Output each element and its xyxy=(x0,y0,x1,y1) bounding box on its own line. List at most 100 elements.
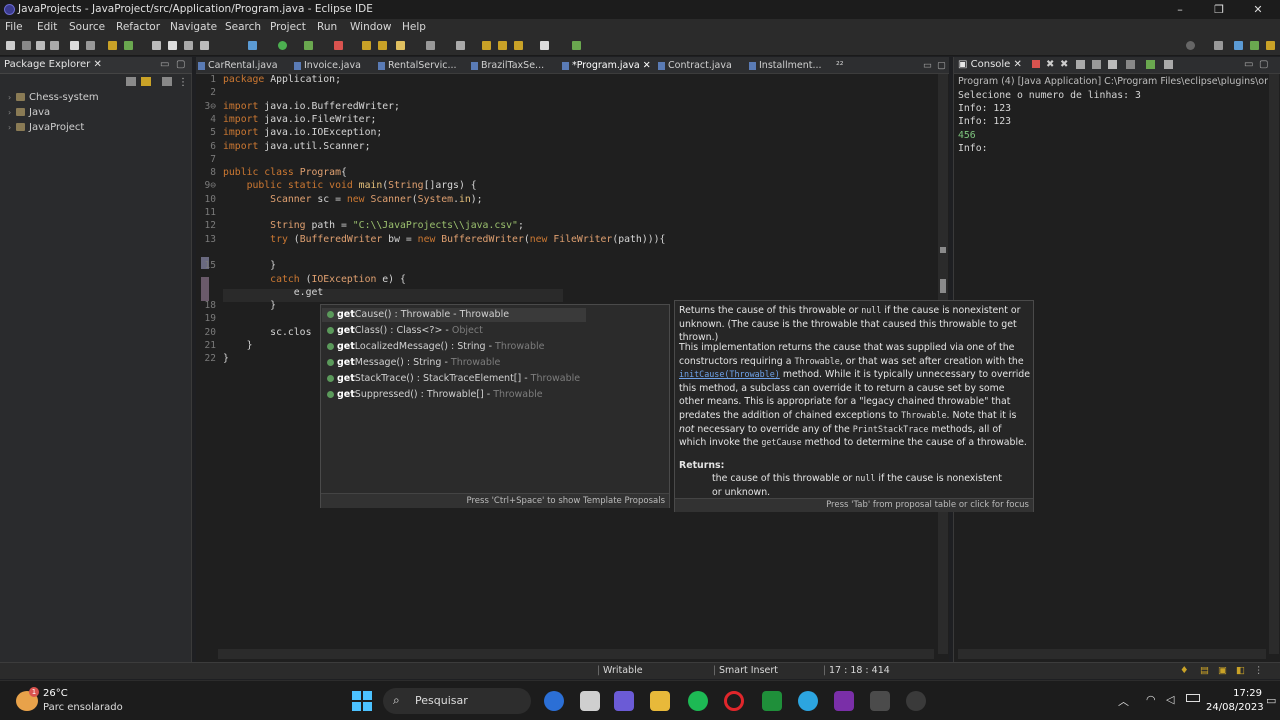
whitespace-icon[interactable] xyxy=(200,41,209,50)
notifications-icon[interactable]: ▭ xyxy=(1266,694,1276,707)
search-tool-icon[interactable] xyxy=(456,41,465,50)
file-explorer-icon[interactable] xyxy=(650,691,670,711)
code-line[interactable]: public static void main(String[]args) { xyxy=(223,180,477,191)
debug-perspective-icon[interactable] xyxy=(1250,41,1259,50)
perspective-icon[interactable] xyxy=(1214,41,1223,50)
print-icon[interactable] xyxy=(50,41,59,50)
vertical-scrollbar[interactable] xyxy=(1269,74,1279,654)
external-tools-icon[interactable] xyxy=(334,41,343,50)
teams-icon[interactable] xyxy=(614,691,634,711)
expand-icon[interactable]: › xyxy=(8,93,16,102)
status-insert-mode[interactable]: Smart Insert xyxy=(719,665,778,676)
menu-edit[interactable]: Edit xyxy=(37,21,57,33)
link-icon[interactable] xyxy=(152,41,161,50)
problems-icon[interactable]: ▣ xyxy=(1218,665,1227,676)
settings-icon[interactable] xyxy=(870,691,890,711)
expand-icon[interactable]: › xyxy=(8,108,16,117)
project-chess-system[interactable]: › Chess-system xyxy=(8,92,99,103)
view-menu-icon[interactable]: ⋮ xyxy=(1254,665,1264,676)
excel-icon[interactable] xyxy=(762,691,782,711)
menu-refactor[interactable]: Refactor xyxy=(116,21,160,33)
remove-launch-icon[interactable]: ✖ xyxy=(1046,59,1054,70)
display-console-icon[interactable] xyxy=(1146,60,1155,69)
proposal-item[interactable]: getStackTrace() : StackTraceElement[] - … xyxy=(327,373,580,384)
collapse-all-icon[interactable] xyxy=(126,77,136,86)
code-line[interactable]: import java.io.IOException; xyxy=(223,127,382,138)
new-package-icon[interactable] xyxy=(378,41,387,50)
proposal-item[interactable]: getMessage() : String - Throwable xyxy=(327,357,500,368)
tab-invoice[interactable]: Invoice.java xyxy=(294,60,361,71)
menu-run[interactable]: Run xyxy=(317,21,337,33)
git-perspective-icon[interactable] xyxy=(1266,41,1275,50)
status-cursor-position[interactable]: 17 : 18 : 414 xyxy=(829,665,890,676)
run-icon[interactable] xyxy=(278,41,287,50)
menu-source[interactable]: Source xyxy=(69,21,105,33)
code-line[interactable]: } xyxy=(223,300,276,311)
code-line[interactable]: Scanner sc = new Scanner(System.in); xyxy=(223,194,482,205)
tab-carrental[interactable]: CarRental.java xyxy=(198,60,278,71)
toggle-icon[interactable] xyxy=(86,41,95,50)
spotify-icon[interactable] xyxy=(688,691,708,711)
clear-console-icon[interactable] xyxy=(1076,60,1085,69)
search-icon[interactable] xyxy=(1186,41,1195,50)
java-perspective-icon[interactable] xyxy=(1234,41,1243,50)
save-all-icon[interactable] xyxy=(36,41,45,50)
menu-window[interactable]: Window xyxy=(350,21,391,33)
new-icon[interactable] xyxy=(6,41,15,50)
volume-icon[interactable]: ◁ xyxy=(1166,693,1174,706)
build-icon[interactable] xyxy=(108,41,117,50)
mark-occurrences-icon[interactable] xyxy=(168,41,177,50)
code-line[interactable]: import java.io.BufferedWriter; xyxy=(223,101,400,112)
windows-start-icon[interactable] xyxy=(352,691,372,711)
pin-console-icon[interactable] xyxy=(1126,60,1135,69)
tab-package-explorer[interactable]: Package Explorer ✕ xyxy=(4,59,102,70)
weather-description[interactable]: Parc ensolarado xyxy=(43,702,123,713)
forward-icon[interactable] xyxy=(540,41,549,50)
maximize-view-icon[interactable]: ▢ xyxy=(176,59,185,70)
task-view-icon[interactable] xyxy=(580,691,600,711)
clock-time[interactable]: 17:29 xyxy=(1212,688,1262,699)
minimize-view-icon[interactable]: ▭ xyxy=(1244,59,1253,70)
opera-icon[interactable] xyxy=(724,691,744,711)
project-javaproject[interactable]: › JavaProject xyxy=(8,122,84,133)
tab-contract[interactable]: Contract.java xyxy=(658,60,732,71)
taskbar-search[interactable]: ⌕ Pesquisar xyxy=(383,688,531,714)
notification-icon[interactable]: ♦ xyxy=(1180,665,1189,676)
open-type-icon[interactable] xyxy=(426,41,435,50)
proposal-item[interactable]: getClass() : Class<?> - Object xyxy=(327,325,483,336)
close-icon[interactable]: ✕ xyxy=(93,59,101,70)
coverage-icon[interactable] xyxy=(304,41,313,50)
show-hidden-icons-icon[interactable]: ︿ xyxy=(1118,693,1129,709)
maximize-button[interactable]: ❐ xyxy=(1199,0,1239,19)
clock-date[interactable]: 24/08/2023 xyxy=(1206,702,1264,713)
battery-icon[interactable] xyxy=(1186,694,1200,702)
filter-icon[interactable] xyxy=(162,77,172,86)
new-class-icon[interactable] xyxy=(396,41,405,50)
weather-temperature[interactable]: 26°C xyxy=(43,688,68,699)
wifi-icon[interactable]: ◠ xyxy=(1146,693,1156,706)
view-menu-icon[interactable]: ⋮ xyxy=(178,77,188,88)
progress-icon[interactable]: ◧ xyxy=(1236,665,1245,676)
menu-navigate[interactable]: Navigate xyxy=(170,21,217,33)
telegram-icon[interactable] xyxy=(798,691,818,711)
code-line[interactable]: } xyxy=(223,260,276,271)
open-console-icon[interactable] xyxy=(1164,60,1173,69)
horizontal-scrollbar[interactable] xyxy=(958,649,1266,659)
remove-all-icon[interactable]: ✖ xyxy=(1060,59,1068,70)
tab-console[interactable]: ▣ Console ✕ xyxy=(958,59,1022,70)
onenote-icon[interactable] xyxy=(834,691,854,711)
menu-search[interactable]: Search xyxy=(225,21,261,33)
scroll-lock-icon[interactable] xyxy=(1092,60,1101,69)
close-button[interactable]: ✕ xyxy=(1238,0,1278,19)
eclipse-taskbar-icon[interactable] xyxy=(906,691,926,711)
code-line[interactable]: try (BufferedWriter bw = new BufferedWri… xyxy=(223,234,665,245)
expand-icon[interactable]: › xyxy=(8,123,16,132)
tab-program[interactable]: *Program.java ✕ xyxy=(562,60,651,71)
back-icon[interactable] xyxy=(514,41,523,50)
close-icon[interactable]: ✕ xyxy=(1014,59,1022,70)
block-select-icon[interactable] xyxy=(184,41,193,50)
code-line[interactable]: package Application; xyxy=(223,74,341,85)
tasks-icon[interactable]: ▤ xyxy=(1200,665,1209,676)
minimize-button[interactable]: – xyxy=(1160,0,1200,19)
initcause-link[interactable]: initCause(Throwable) xyxy=(679,369,780,379)
